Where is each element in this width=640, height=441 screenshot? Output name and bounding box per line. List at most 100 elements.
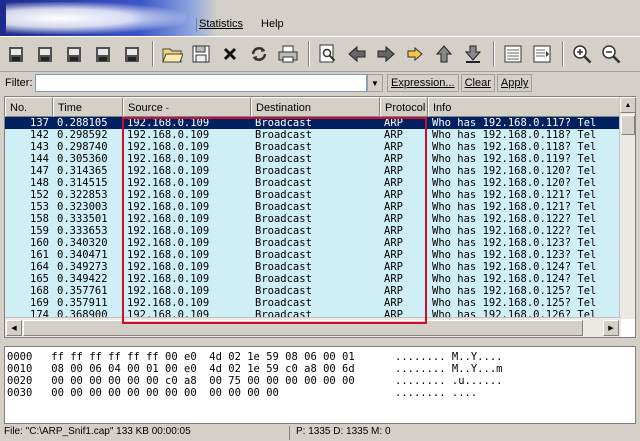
packet-cell-dst: Broadcast bbox=[255, 249, 312, 261]
packet-cell-proto: ARP bbox=[384, 117, 403, 129]
filter-dropdown-button[interactable]: ▼ bbox=[367, 74, 383, 92]
packet-row[interactable]: 165 0.349422 192.168.0.109 Broadcast ARP Who … bbox=[5, 273, 621, 285]
packet-row[interactable]: 142 0.298592 192.168.0.109 Broadcast ARP Who … bbox=[5, 129, 621, 141]
packet-row[interactable]: 147 0.314365 192.168.0.109 Broadcast ARP Who … bbox=[5, 165, 621, 177]
close-icon[interactable] bbox=[218, 41, 242, 67]
scroll-left-button[interactable]: ◀ bbox=[6, 320, 22, 336]
colorize-icon[interactable] bbox=[501, 41, 525, 67]
packet-cell-dst: Broadcast bbox=[255, 177, 312, 189]
column-header-source[interactable]: Source - bbox=[123, 97, 251, 117]
hex-bytes: 00 00 00 00 00 00 00 00 00 00 00 00 bbox=[51, 387, 279, 399]
expression-button[interactable]: Expression... bbox=[387, 74, 459, 92]
packet-row[interactable]: 174 0.368900 192.168.0.109 Broadcast ARP Who … bbox=[5, 309, 621, 317]
packet-cell-proto: ARP bbox=[384, 189, 403, 201]
folder-open-icon[interactable] bbox=[160, 41, 184, 67]
autoscroll-icon[interactable] bbox=[530, 41, 554, 67]
packet-row[interactable]: 153 0.323003 192.168.0.109 Broadcast ARP Who … bbox=[5, 201, 621, 213]
packet-cell-time: 0.340320 bbox=[57, 237, 108, 249]
packet-cell-time: 0.357761 bbox=[57, 285, 108, 297]
save-icon[interactable] bbox=[189, 41, 213, 67]
column-header-time[interactable]: Time bbox=[53, 97, 123, 117]
packet-row[interactable]: 144 0.305360 192.168.0.109 Broadcast ARP Who … bbox=[5, 153, 621, 165]
packet-cell-src: 192.168.0.109 bbox=[127, 273, 210, 285]
packet-row[interactable]: 158 0.333501 192.168.0.109 Broadcast ARP Who … bbox=[5, 213, 621, 225]
print-icon[interactable] bbox=[276, 41, 300, 67]
hex-line[interactable]: 0000 ff ff ff ff ff ff 00 e0 4d 02 1e 59… bbox=[7, 351, 355, 363]
zoom-in-icon[interactable] bbox=[570, 41, 594, 67]
packet-cell-src: 192.168.0.109 bbox=[127, 153, 210, 165]
find-icon[interactable] bbox=[316, 41, 340, 67]
horizontal-scrollbar[interactable]: ◀ ▶ bbox=[5, 317, 621, 337]
hex-ascii: ........ .u...... bbox=[395, 375, 503, 387]
packet-row[interactable]: 152 0.322853 192.168.0.109 Broadcast ARP Who … bbox=[5, 189, 621, 201]
filter-bar: Filter: ▼ Expression... Clear Apply bbox=[0, 72, 640, 94]
disk-icon[interactable] bbox=[91, 41, 115, 67]
packet-cell-info: Who has 192.168.0.121? Tel bbox=[432, 201, 597, 213]
packet-row[interactable]: 161 0.340471 192.168.0.109 Broadcast ARP Who … bbox=[5, 249, 621, 261]
packet-cell-src: 192.168.0.109 bbox=[127, 141, 210, 153]
packet-cell-no: 147 bbox=[30, 165, 49, 177]
menu-statistics[interactable]: Statistics bbox=[190, 14, 252, 36]
packet-row[interactable]: 148 0.314515 192.168.0.109 Broadcast ARP Who … bbox=[5, 177, 621, 189]
scroll-up-button[interactable]: ▲ bbox=[620, 97, 636, 113]
packet-cell-time: 0.305360 bbox=[57, 153, 108, 165]
packet-cell-proto: ARP bbox=[384, 141, 403, 153]
packet-cell-info: Who has 192.168.0.120? Tel bbox=[432, 177, 597, 189]
disk-icon[interactable] bbox=[120, 41, 144, 67]
column-header-info[interactable]: Info bbox=[428, 97, 621, 117]
packet-cell-no: 153 bbox=[30, 201, 49, 213]
packet-cell-no: 158 bbox=[30, 213, 49, 225]
menu-help[interactable]: Help bbox=[252, 14, 293, 36]
packet-cell-dst: Broadcast bbox=[255, 261, 312, 273]
column-header-source-label: Source bbox=[128, 102, 163, 114]
top-icon[interactable] bbox=[432, 41, 456, 67]
packet-cell-info: Who has 192.168.0.122? Tel bbox=[432, 213, 597, 225]
packet-row[interactable]: 164 0.349273 192.168.0.109 Broadcast ARP Who … bbox=[5, 261, 621, 273]
packet-row[interactable]: 137 0.288105 192.168.0.109 Broadcast ARP Who … bbox=[5, 117, 621, 129]
hex-line[interactable]: 0030 00 00 00 00 00 00 00 00 00 00 00 00 bbox=[7, 387, 279, 399]
packet-row[interactable]: 143 0.298740 192.168.0.109 Broadcast ARP Who … bbox=[5, 141, 621, 153]
packet-row[interactable]: 159 0.333653 192.168.0.109 Broadcast ARP Who … bbox=[5, 225, 621, 237]
zoom-out-icon[interactable] bbox=[599, 41, 623, 67]
packet-row[interactable]: 168 0.357761 192.168.0.109 Broadcast ARP Who … bbox=[5, 285, 621, 297]
hex-line[interactable]: 0010 08 00 06 04 00 01 00 e0 4d 02 1e 59… bbox=[7, 363, 355, 375]
packet-row[interactable]: 160 0.340320 192.168.0.109 Broadcast ARP Who … bbox=[5, 237, 621, 249]
disk-icon[interactable] bbox=[33, 41, 57, 67]
packet-cell-info: Who has 192.168.0.124? Tel bbox=[432, 273, 597, 285]
packet-cell-src: 192.168.0.109 bbox=[127, 177, 210, 189]
disk-icon[interactable] bbox=[62, 41, 86, 67]
goto-icon[interactable] bbox=[403, 41, 427, 67]
packet-cell-src: 192.168.0.109 bbox=[127, 129, 210, 141]
column-header-destination[interactable]: Destination bbox=[251, 97, 380, 117]
packet-cell-src: 192.168.0.109 bbox=[127, 297, 210, 309]
back-arrow-icon[interactable] bbox=[345, 41, 369, 67]
clear-button[interactable]: Clear bbox=[460, 74, 495, 92]
hex-ascii: ........ M..Y...m bbox=[395, 363, 503, 375]
horizontal-scroll-thumb[interactable] bbox=[23, 320, 583, 336]
apply-button[interactable]: Apply bbox=[496, 74, 533, 92]
packet-cell-proto: ARP bbox=[384, 225, 403, 237]
packet-cell-no: 165 bbox=[30, 273, 49, 285]
packet-cell-time: 0.340471 bbox=[57, 249, 108, 261]
column-header-no[interactable]: No. bbox=[5, 97, 53, 117]
packet-cell-proto: ARP bbox=[384, 201, 403, 213]
packet-cell-src: 192.168.0.109 bbox=[127, 189, 210, 201]
chevron-down-icon: ▼ bbox=[371, 78, 379, 88]
scroll-right-button[interactable]: ▶ bbox=[603, 320, 619, 336]
vertical-scroll-thumb[interactable] bbox=[621, 115, 635, 135]
bottom-icon[interactable] bbox=[461, 41, 485, 67]
packet-cell-dst: Broadcast bbox=[255, 237, 312, 249]
disk-icon[interactable] bbox=[4, 41, 28, 67]
forward-arrow-icon[interactable] bbox=[374, 41, 398, 67]
packet-list: No. Time Source - Destination Protocol I… bbox=[4, 96, 636, 338]
packet-cell-dst: Broadcast bbox=[255, 285, 312, 297]
packet-cell-info: Who has 192.168.0.124? Tel bbox=[432, 261, 597, 273]
reload-icon[interactable] bbox=[247, 41, 271, 67]
filter-input[interactable] bbox=[35, 74, 367, 92]
packet-cell-no: 169 bbox=[30, 297, 49, 309]
hex-line[interactable]: 0020 00 00 00 00 00 00 c0 a8 00 75 00 00… bbox=[7, 375, 355, 387]
column-header-protocol[interactable]: Protocol bbox=[380, 97, 428, 117]
packet-row[interactable]: 169 0.357911 192.168.0.109 Broadcast ARP Who … bbox=[5, 297, 621, 309]
packet-cell-dst: Broadcast bbox=[255, 129, 312, 141]
vertical-scrollbar[interactable]: ▲ bbox=[619, 97, 636, 319]
